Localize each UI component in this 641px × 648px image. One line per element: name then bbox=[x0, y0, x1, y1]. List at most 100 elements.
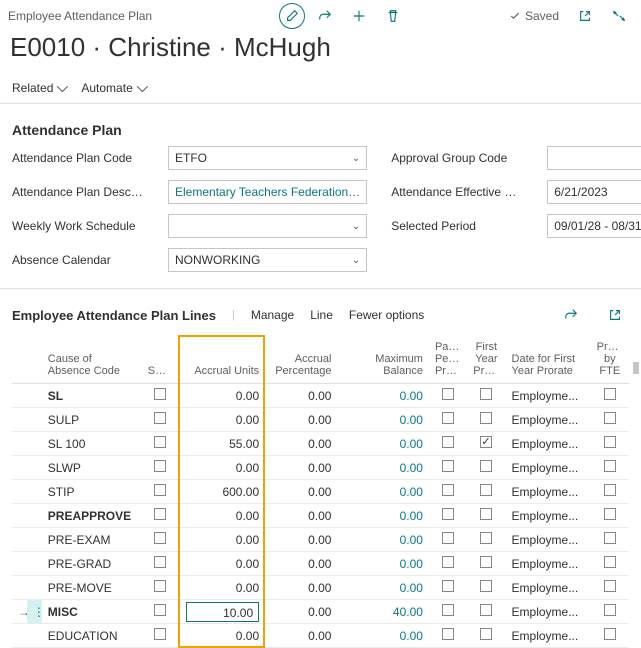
checkbox[interactable] bbox=[480, 436, 492, 448]
checkbox[interactable] bbox=[480, 412, 492, 424]
action-line[interactable]: Line bbox=[310, 308, 333, 322]
table-row[interactable]: SULP 0.00 0.00 0.00 Employme... bbox=[12, 408, 629, 432]
ppp-cell[interactable] bbox=[429, 528, 467, 552]
absence-code-cell[interactable]: PRE-GRAD bbox=[42, 552, 142, 576]
checkbox[interactable] bbox=[604, 580, 616, 592]
pfte-cell[interactable] bbox=[591, 480, 629, 504]
checkbox[interactable] bbox=[480, 580, 492, 592]
checkbox[interactable] bbox=[154, 580, 166, 592]
seq-cell[interactable] bbox=[142, 528, 178, 552]
share-icon[interactable] bbox=[311, 2, 339, 30]
row-menu[interactable] bbox=[27, 624, 42, 648]
col-pct[interactable]: Accrual Percentage bbox=[265, 335, 337, 384]
row-menu[interactable]: ⋮ bbox=[27, 600, 42, 624]
table-row[interactable]: EDUCATION 0.00 0.00 0.00 Employme... bbox=[12, 624, 629, 648]
pfte-cell[interactable] bbox=[591, 552, 629, 576]
date-cell[interactable]: Employme... bbox=[506, 456, 591, 480]
checkbox[interactable] bbox=[154, 484, 166, 496]
date-cell[interactable]: Employme... bbox=[506, 624, 591, 648]
accrual-units-cell[interactable]: 0.00 bbox=[178, 528, 265, 552]
checkbox[interactable] bbox=[480, 628, 492, 640]
seq-cell[interactable] bbox=[142, 576, 178, 600]
fyp-cell[interactable] bbox=[467, 432, 505, 456]
table-row[interactable]: SL 0.00 0.00 0.00 Employme... bbox=[12, 384, 629, 408]
checkbox[interactable] bbox=[480, 484, 492, 496]
seq-cell[interactable] bbox=[142, 408, 178, 432]
table-row[interactable]: PRE-GRAD 0.00 0.00 0.00 Employme... bbox=[12, 552, 629, 576]
row-menu[interactable] bbox=[27, 480, 42, 504]
ppp-cell[interactable] bbox=[429, 552, 467, 576]
date-cell[interactable]: Employme... bbox=[506, 408, 591, 432]
col-code[interactable]: Cause of Absence Code bbox=[42, 335, 142, 384]
checkbox[interactable] bbox=[154, 532, 166, 544]
seq-cell[interactable] bbox=[142, 456, 178, 480]
input-effective[interactable]: 6/21/2023 bbox=[547, 180, 641, 204]
edit-icon[interactable] bbox=[279, 3, 305, 29]
input-weekly[interactable]: ⌄ bbox=[168, 214, 367, 238]
seq-cell[interactable] bbox=[142, 624, 178, 648]
accrual-pct-cell[interactable]: 0.00 bbox=[265, 456, 337, 480]
accrual-pct-cell[interactable]: 0.00 bbox=[265, 600, 337, 624]
seq-cell[interactable] bbox=[142, 384, 178, 408]
accrual-units-cell[interactable]: 0.00 bbox=[178, 576, 265, 600]
date-cell[interactable]: Employme... bbox=[506, 504, 591, 528]
checkbox[interactable] bbox=[480, 388, 492, 400]
fyp-cell[interactable] bbox=[467, 408, 505, 432]
new-icon[interactable] bbox=[345, 2, 373, 30]
lines-grid[interactable]: Cause of Absence Code Seq... Accrual Uni… bbox=[12, 335, 629, 648]
date-cell[interactable]: Employme... bbox=[506, 432, 591, 456]
pfte-cell[interactable] bbox=[591, 432, 629, 456]
fyp-cell[interactable] bbox=[467, 552, 505, 576]
date-cell[interactable]: Employme... bbox=[506, 576, 591, 600]
checkbox[interactable] bbox=[480, 556, 492, 568]
fyp-cell[interactable] bbox=[467, 480, 505, 504]
seq-cell[interactable] bbox=[142, 480, 178, 504]
pfte-cell[interactable] bbox=[591, 576, 629, 600]
max-balance-cell[interactable]: 0.00 bbox=[337, 408, 428, 432]
checkbox[interactable] bbox=[442, 436, 454, 448]
pfte-cell[interactable] bbox=[591, 408, 629, 432]
checkbox[interactable] bbox=[442, 412, 454, 424]
row-menu[interactable] bbox=[27, 432, 42, 456]
table-row[interactable]: PRE-MOVE 0.00 0.00 0.00 Employme... bbox=[12, 576, 629, 600]
row-menu[interactable] bbox=[27, 504, 42, 528]
accrual-pct-cell[interactable]: 0.00 bbox=[265, 384, 337, 408]
absence-code-cell[interactable]: SL bbox=[42, 384, 142, 408]
checkbox[interactable] bbox=[604, 628, 616, 640]
fyp-cell[interactable] bbox=[467, 504, 505, 528]
checkbox[interactable] bbox=[442, 484, 454, 496]
accrual-units-cell[interactable]: 0.00 bbox=[178, 552, 265, 576]
max-balance-cell[interactable]: 0.00 bbox=[337, 504, 428, 528]
col-pfte[interactable]: Pror... by FTE bbox=[591, 335, 629, 384]
accrual-units-cell[interactable]: 600.00 bbox=[178, 480, 265, 504]
absence-code-cell[interactable]: MISC bbox=[42, 600, 142, 624]
checkbox[interactable] bbox=[154, 508, 166, 520]
accrual-pct-cell[interactable]: 0.00 bbox=[265, 408, 337, 432]
absence-code-cell[interactable]: PRE-MOVE bbox=[42, 576, 142, 600]
seq-cell[interactable] bbox=[142, 432, 178, 456]
date-cell[interactable]: Employme... bbox=[506, 528, 591, 552]
pfte-cell[interactable] bbox=[591, 624, 629, 648]
table-row[interactable]: → ⋮ MISC 10.00 0.00 40.00 Employme... bbox=[12, 600, 629, 624]
checkbox[interactable] bbox=[442, 556, 454, 568]
pfte-cell[interactable] bbox=[591, 456, 629, 480]
pfte-cell[interactable] bbox=[591, 528, 629, 552]
ppp-cell[interactable] bbox=[429, 576, 467, 600]
accrual-pct-cell[interactable]: 0.00 bbox=[265, 432, 337, 456]
row-menu[interactable] bbox=[27, 528, 42, 552]
accrual-units-cell[interactable]: 0.00 bbox=[178, 408, 265, 432]
table-row[interactable]: SL 100 55.00 0.00 0.00 Employme... bbox=[12, 432, 629, 456]
input-approval[interactable]: ⌄ bbox=[547, 146, 641, 170]
breadcrumb[interactable]: Employee Attendance Plan bbox=[8, 9, 152, 23]
max-balance-cell[interactable]: 0.00 bbox=[337, 624, 428, 648]
fyp-cell[interactable] bbox=[467, 600, 505, 624]
scrollbar[interactable] bbox=[633, 362, 639, 374]
input-period[interactable]: 09/01/28 - 08/31/29··· bbox=[547, 214, 641, 238]
date-cell[interactable]: Employme... bbox=[506, 552, 591, 576]
fyp-cell[interactable] bbox=[467, 456, 505, 480]
ppp-cell[interactable] bbox=[429, 624, 467, 648]
accrual-pct-cell[interactable]: 0.00 bbox=[265, 504, 337, 528]
ppp-cell[interactable] bbox=[429, 504, 467, 528]
max-balance-cell[interactable]: 0.00 bbox=[337, 528, 428, 552]
checkbox[interactable] bbox=[480, 604, 492, 616]
